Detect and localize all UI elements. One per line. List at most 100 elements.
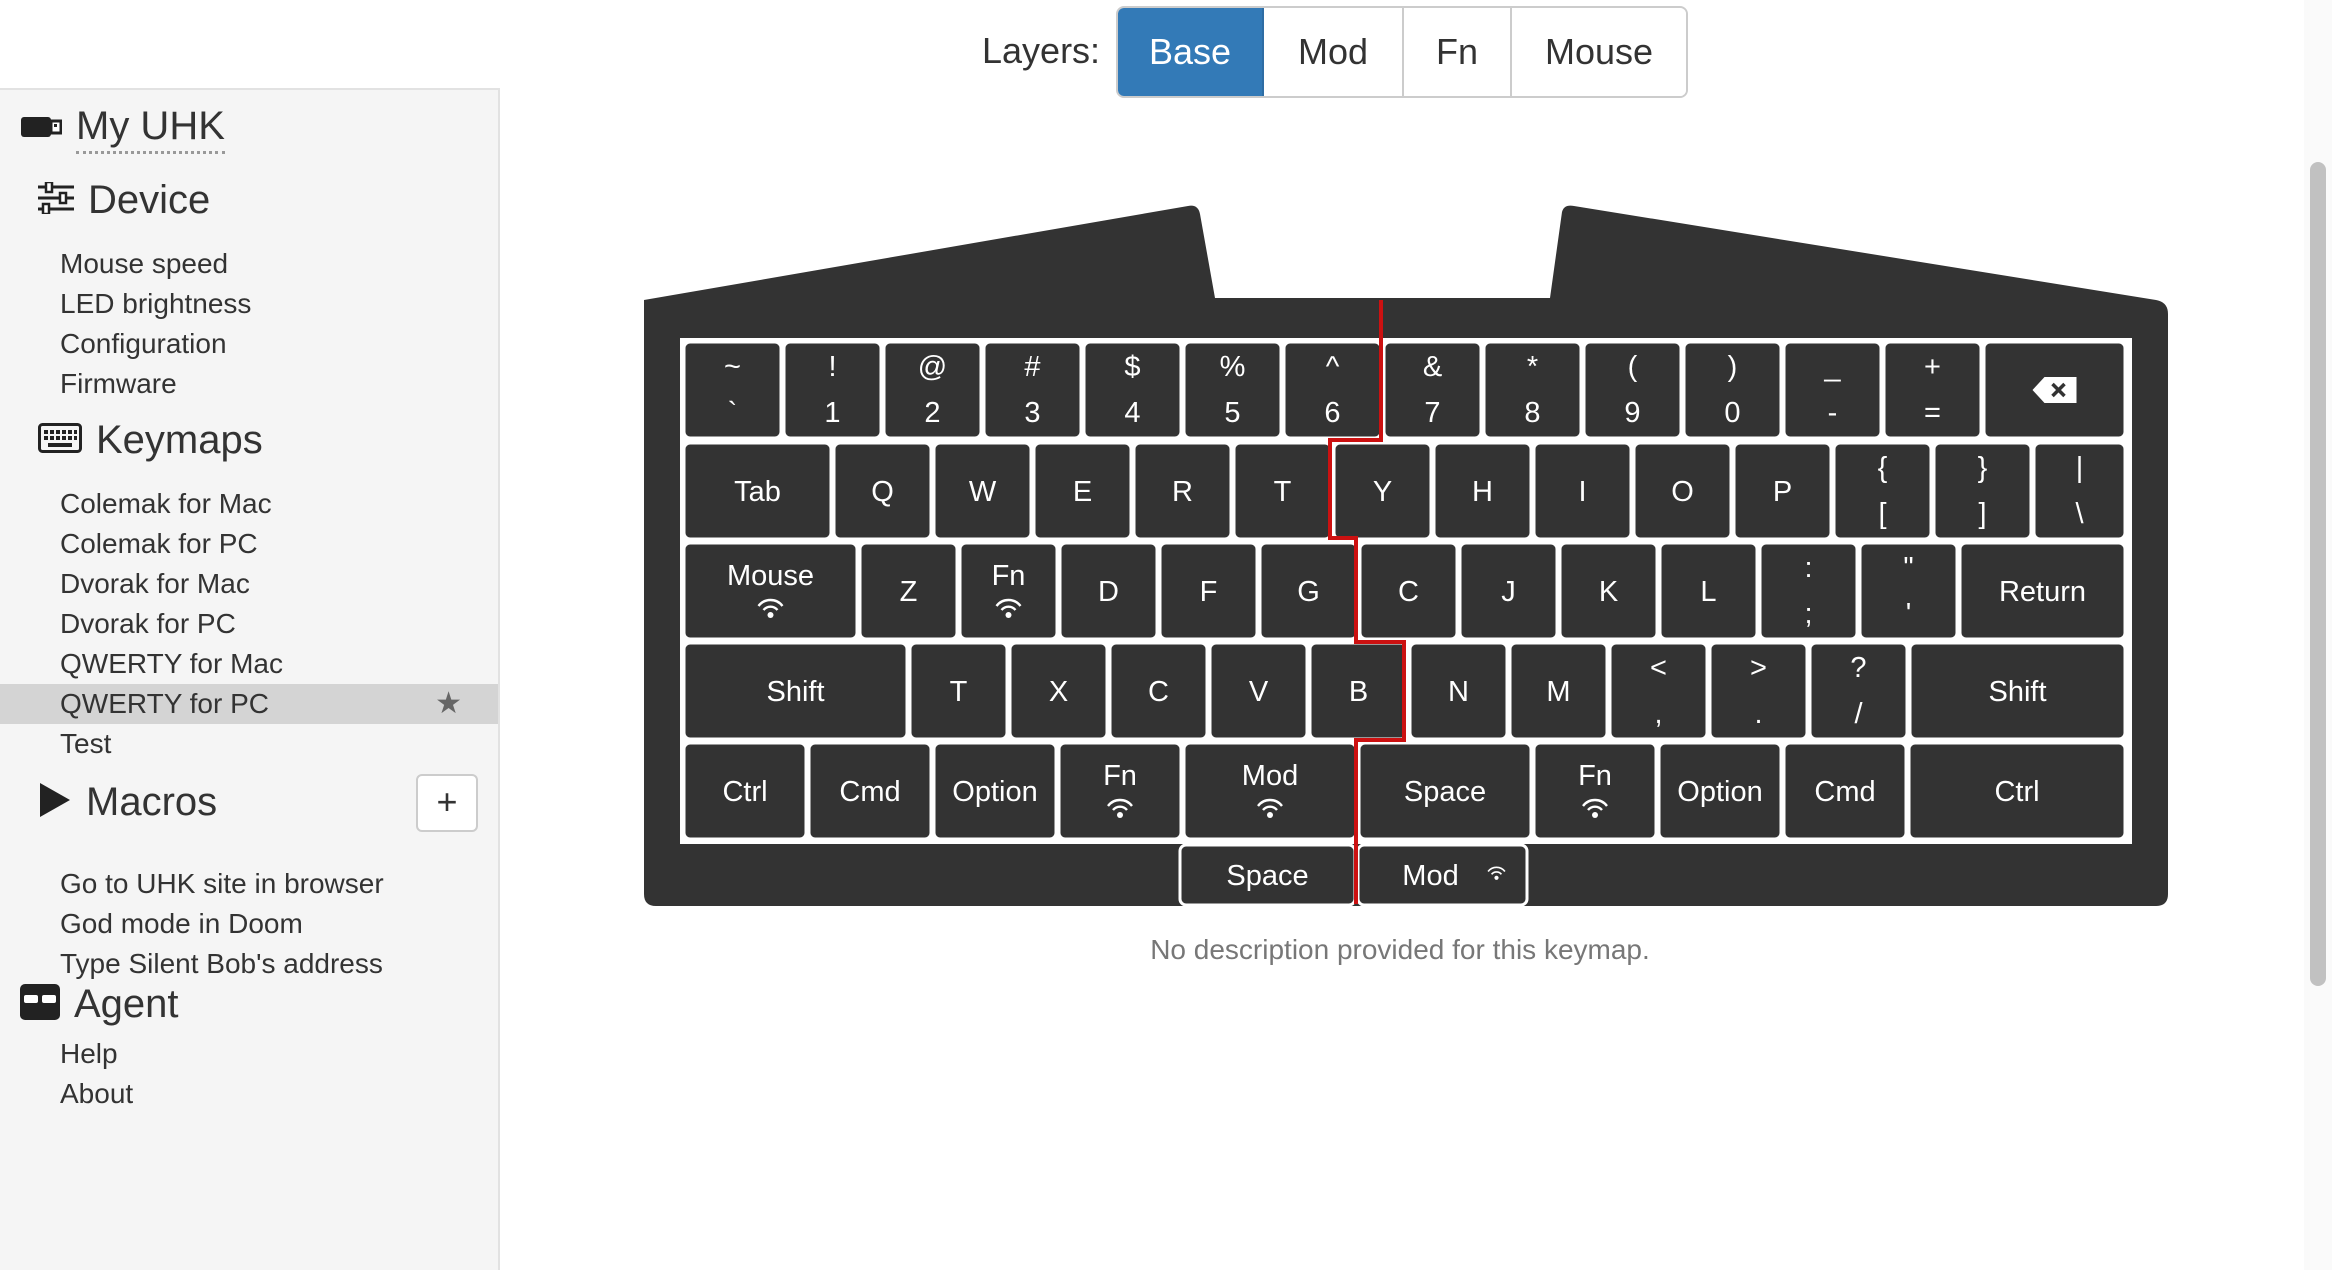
- key-p[interactable]: P: [1732, 441, 1833, 541]
- key-g[interactable]: G: [1258, 541, 1359, 641]
- key-b[interactable]: B: [1308, 641, 1409, 741]
- key-d[interactable]: D: [1058, 541, 1159, 641]
- key-5[interactable]: %5: [1182, 340, 1283, 440]
- key-label: Cmd: [839, 776, 900, 808]
- device-item-configuration[interactable]: Configuration: [60, 324, 227, 364]
- key-symbol[interactable]: "': [1858, 541, 1959, 641]
- key-y[interactable]: Y: [1332, 441, 1433, 541]
- key-o[interactable]: O: [1632, 441, 1733, 541]
- key-r[interactable]: R: [1132, 441, 1233, 541]
- macro-item[interactable]: Type Silent Bob's address: [60, 944, 383, 984]
- key-symbol[interactable]: _-: [1782, 340, 1883, 440]
- key-k[interactable]: K: [1558, 541, 1659, 641]
- usb-drive-icon: [20, 113, 63, 146]
- key-symbol[interactable]: ~`: [682, 340, 783, 440]
- layer-switcher: Base Mod Fn Mouse: [1116, 6, 1688, 98]
- key-return[interactable]: Return: [1958, 541, 2127, 641]
- key-label: Shift: [766, 676, 824, 708]
- key-q[interactable]: Q: [832, 441, 933, 541]
- key-space[interactable]: Space: [1357, 741, 1533, 841]
- key-ctrl[interactable]: Ctrl: [1907, 741, 2127, 841]
- key-3[interactable]: #3: [982, 340, 1083, 440]
- agent-header: Agent: [20, 982, 179, 1027]
- my-uhk-header[interactable]: My UHK: [20, 104, 225, 154]
- keymap-item[interactable]: QWERTY for Mac: [60, 644, 283, 684]
- scrollbar-thumb[interactable]: [2310, 162, 2326, 986]
- keymap-item-selected[interactable]: QWERTY for PC ★: [0, 684, 498, 724]
- key-ctrl[interactable]: Ctrl: [682, 741, 808, 841]
- key-label: Fn: [992, 560, 1026, 592]
- layer-tab-mouse[interactable]: Mouse: [1512, 8, 1686, 96]
- key-1[interactable]: !1: [782, 340, 883, 440]
- key-tab[interactable]: Tab: [682, 441, 833, 541]
- key-shift-label: {: [1878, 452, 1888, 484]
- key-fn[interactable]: Fn: [958, 541, 1059, 641]
- key-fn[interactable]: Fn: [1532, 741, 1658, 841]
- key-option[interactable]: Option: [932, 741, 1058, 841]
- key-c[interactable]: C: [1108, 641, 1209, 741]
- key-shift-label: +: [1924, 351, 1941, 383]
- key-fn[interactable]: Fn: [1057, 741, 1183, 841]
- layer-tab-fn[interactable]: Fn: [1404, 8, 1512, 96]
- key-symbol[interactable]: }]: [1932, 441, 2033, 541]
- key-c[interactable]: C: [1358, 541, 1459, 641]
- key-4[interactable]: $4: [1082, 340, 1183, 440]
- key-m[interactable]: M: [1508, 641, 1609, 741]
- key-symbol[interactable]: |\: [2032, 441, 2127, 541]
- my-uhk-title: My UHK: [76, 104, 225, 154]
- key-symbol[interactable]: <,: [1608, 641, 1709, 741]
- macros-header[interactable]: Macros: [38, 780, 217, 825]
- key-7[interactable]: &7: [1382, 340, 1483, 440]
- key-symbol[interactable]: ?/: [1808, 641, 1909, 741]
- device-item-led-brightness[interactable]: LED brightness: [60, 284, 251, 324]
- add-macro-button[interactable]: +: [416, 774, 478, 832]
- key-t[interactable]: T: [1232, 441, 1333, 541]
- device-item-mouse-speed[interactable]: Mouse speed: [60, 244, 228, 284]
- layer-tab-mod[interactable]: Mod: [1264, 8, 1404, 96]
- macro-item[interactable]: Go to UHK site in browser: [60, 864, 384, 904]
- key-2[interactable]: @2: [882, 340, 983, 440]
- key-symbol[interactable]: :;: [1758, 541, 1859, 641]
- key-v[interactable]: V: [1208, 641, 1309, 741]
- key-l[interactable]: L: [1658, 541, 1759, 641]
- agent-item-help[interactable]: Help: [60, 1034, 118, 1074]
- key-6[interactable]: ^6: [1282, 340, 1383, 440]
- key-symbol[interactable]: {[: [1832, 441, 1933, 541]
- key-x[interactable]: X: [1008, 641, 1109, 741]
- keymap-item[interactable]: Test: [60, 724, 111, 764]
- key-mouse[interactable]: Mouse: [682, 541, 859, 641]
- key-e[interactable]: E: [1032, 441, 1133, 541]
- agent-item-about[interactable]: About: [60, 1074, 133, 1114]
- key-w[interactable]: W: [932, 441, 1033, 541]
- key-n[interactable]: N: [1408, 641, 1509, 741]
- keymap-item[interactable]: Colemak for Mac: [60, 484, 272, 524]
- keymap-item[interactable]: Colemak for PC: [60, 524, 258, 564]
- key-0[interactable]: )0: [1682, 340, 1783, 440]
- key-f[interactable]: F: [1158, 541, 1259, 641]
- key-8[interactable]: *8: [1482, 340, 1583, 440]
- keymap-item[interactable]: Dvorak for Mac: [60, 564, 250, 604]
- key-cmd[interactable]: Cmd: [807, 741, 933, 841]
- layer-tab-base[interactable]: Base: [1118, 8, 1264, 96]
- key-z[interactable]: Z: [858, 541, 959, 641]
- key-symbol[interactable]: +=: [1882, 340, 1983, 440]
- key-j[interactable]: J: [1458, 541, 1559, 641]
- key-backspace-icon[interactable]: [1982, 340, 2127, 440]
- key-space[interactable]: Space: [1178, 843, 1357, 907]
- keymap-item[interactable]: Dvorak for PC: [60, 604, 236, 644]
- key-option[interactable]: Option: [1657, 741, 1783, 841]
- key-h[interactable]: H: [1432, 441, 1533, 541]
- key-symbol[interactable]: >.: [1708, 641, 1809, 741]
- key-i[interactable]: I: [1532, 441, 1633, 541]
- key-9[interactable]: (9: [1582, 340, 1683, 440]
- sidebar: My UHK Device Mouse speed LED brightness…: [0, 88, 500, 1270]
- key-cmd[interactable]: Cmd: [1782, 741, 1908, 841]
- device-item-firmware[interactable]: Firmware: [60, 364, 177, 404]
- key-shift[interactable]: Shift: [682, 641, 909, 741]
- key-shift[interactable]: Shift: [1908, 641, 2127, 741]
- star-icon[interactable]: ★: [435, 688, 462, 720]
- key-mod[interactable]: Mod: [1356, 843, 1529, 907]
- key-t[interactable]: T: [908, 641, 1009, 741]
- key-mod[interactable]: Mod: [1182, 741, 1358, 841]
- macro-item[interactable]: God mode in Doom: [60, 904, 303, 944]
